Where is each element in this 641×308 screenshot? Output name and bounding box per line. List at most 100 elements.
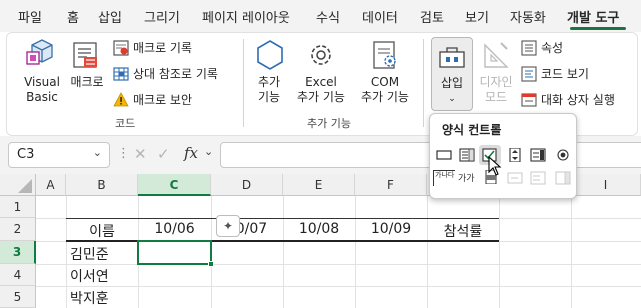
gridline [355, 196, 356, 308]
macros-label: 매크로 [70, 75, 104, 89]
tab-view[interactable]: 보기 [465, 7, 489, 26]
cell-f2[interactable]: 10/09 [355, 221, 427, 237]
view-code-button[interactable]: 코드 보기 [519, 65, 609, 83]
cell-b5[interactable]: 박지훈 [70, 288, 109, 308]
group-box-control-icon[interactable]: 가가 [458, 173, 478, 185]
combo-drop-down-edit-control-icon [555, 171, 571, 185]
row-header-1[interactable]: 1 [0, 196, 36, 218]
popup-title: 양식 컨트롤 [442, 123, 502, 137]
relative-reference-button[interactable]: 상대 참조로 기록 [111, 65, 241, 83]
fill-handle[interactable] [208, 261, 214, 267]
addins-label-1: 추가 [257, 75, 281, 89]
column-header-a[interactable]: A [36, 174, 66, 196]
gridline [499, 196, 500, 308]
tab-insert[interactable]: 삽입 [98, 7, 122, 26]
relative-reference-icon [113, 67, 129, 81]
spin-button-control-icon[interactable] [507, 148, 523, 162]
cancel-icon[interactable]: ✕ [134, 145, 147, 163]
relative-reference-label: 상대 참조로 기록 [133, 67, 218, 81]
insert-function-button[interactable]: fx [184, 144, 198, 162]
group-separator [243, 39, 244, 127]
combo-box-control-icon[interactable] [459, 148, 475, 162]
macro-security-label: 매크로 보안 [133, 93, 193, 107]
tab-data[interactable]: 데이터 [362, 7, 398, 26]
chevron-down-icon: ⌄ [448, 94, 456, 104]
tab-home[interactable]: 홈 [67, 7, 79, 26]
tab-page-layout[interactable]: 페이지 레이아웃 [202, 7, 290, 26]
properties-icon [521, 40, 537, 56]
form-controls-popup: 양식 컨트롤 가나다 가가 [429, 113, 577, 199]
name-box-value: C3 [17, 147, 35, 162]
column-header-b[interactable]: B [66, 174, 138, 196]
excel-addins-label-1: Excel [305, 75, 337, 89]
column-header-i[interactable]: I [571, 174, 641, 196]
tab-file[interactable]: 파일 [18, 7, 42, 26]
com-addins-button[interactable]: COM 추가 기능 [357, 37, 413, 109]
gridline [36, 264, 641, 265]
ribbon-tab-bar: 파일 홈 삽입 그리기 페이지 레이아웃 수식 데이터 검토 보기 자동화 개발… [0, 0, 641, 32]
run-dialog-label: 대화 상자 실행 [541, 93, 615, 107]
name-box[interactable]: C3 ⌄ [8, 142, 110, 168]
toolbox-icon [439, 47, 465, 68]
cell-e2[interactable]: 10/08 [283, 221, 355, 237]
group-separator [423, 39, 424, 127]
tab-automate[interactable]: 자동화 [510, 7, 546, 26]
group-box-control-text: 가가 [458, 174, 475, 184]
macros-button[interactable]: 매크로 [67, 37, 107, 109]
column-header-e[interactable]: E [283, 174, 355, 196]
row-header-4[interactable]: 4 [0, 264, 36, 286]
group-label-addins: 추가 기능 [307, 117, 351, 130]
button-control-icon[interactable] [436, 148, 452, 162]
row-header-5[interactable]: 5 [0, 286, 36, 308]
cell-b2[interactable]: 이름 [66, 221, 138, 241]
group-label-code: 코드 [115, 117, 136, 130]
tab-review[interactable]: 검토 [420, 7, 444, 26]
active-tab-indicator [570, 27, 626, 30]
list-box-control-icon[interactable] [530, 148, 546, 162]
column-header-f[interactable]: F [355, 174, 427, 196]
column-header-c[interactable]: C [138, 174, 211, 196]
active-cell-c3[interactable] [137, 240, 212, 265]
chevron-down-icon[interactable]: ⌄ [93, 146, 102, 159]
tab-formulas[interactable]: 수식 [316, 7, 340, 26]
label-control-icon[interactable]: 가나다 [433, 170, 455, 186]
more-options-icon[interactable]: ⋮ [117, 146, 130, 161]
tab-draw[interactable]: 그리기 [144, 7, 180, 26]
option-button-control-icon[interactable] [555, 148, 571, 162]
column-header-d[interactable]: D [211, 174, 283, 196]
run-dialog-icon [521, 93, 537, 107]
gridline [283, 196, 284, 308]
view-code-icon [521, 66, 537, 82]
insert-controls-button[interactable]: 삽입 ⌄ [431, 37, 473, 111]
addins-button[interactable]: 추가 기능 [249, 37, 289, 109]
row-header-2[interactable]: 2 [0, 218, 36, 241]
cell-c2[interactable]: 10/06 [138, 221, 211, 237]
visual-basic-label-2: Basic [26, 90, 58, 104]
gridline [66, 196, 67, 308]
row-header-3[interactable]: 3 [0, 241, 36, 264]
chevron-down-icon[interactable]: ⌄ [204, 145, 213, 158]
properties-button[interactable]: 속성 [519, 39, 599, 57]
visual-basic-label-1: Visual [24, 75, 60, 89]
quick-analysis-button[interactable]: ✦ [216, 215, 240, 237]
combo-list-edit-control-icon [530, 171, 546, 185]
warning-icon [113, 92, 129, 107]
tab-developer[interactable]: 개발 도구 [567, 7, 619, 26]
visual-basic-icon [26, 39, 53, 65]
record-macro-label: 매크로 기록 [133, 41, 193, 55]
visual-basic-button[interactable]: Visual Basic [17, 37, 67, 109]
select-all-button[interactable] [0, 174, 36, 196]
excel-addins-button[interactable]: Excel 추가 기능 [293, 37, 349, 109]
record-macro-button[interactable]: 매크로 기록 [111, 39, 221, 57]
macro-security-button[interactable]: 매크로 보안 [111, 91, 221, 109]
gridline [427, 196, 428, 308]
cell-b3[interactable]: 김민준 [70, 244, 109, 264]
design-mode-button[interactable]: 디자인 모드 [477, 37, 515, 109]
com-addins-label-1: COM [370, 75, 400, 89]
enter-icon[interactable]: ✓ [157, 145, 170, 163]
addins-label-2: 기능 [257, 90, 281, 104]
cell-b4[interactable]: 이서연 [70, 266, 109, 286]
run-dialog-button[interactable]: 대화 상자 실행 [519, 91, 637, 109]
gridline [36, 286, 641, 287]
cell-g2[interactable]: 참석률 [427, 221, 499, 241]
